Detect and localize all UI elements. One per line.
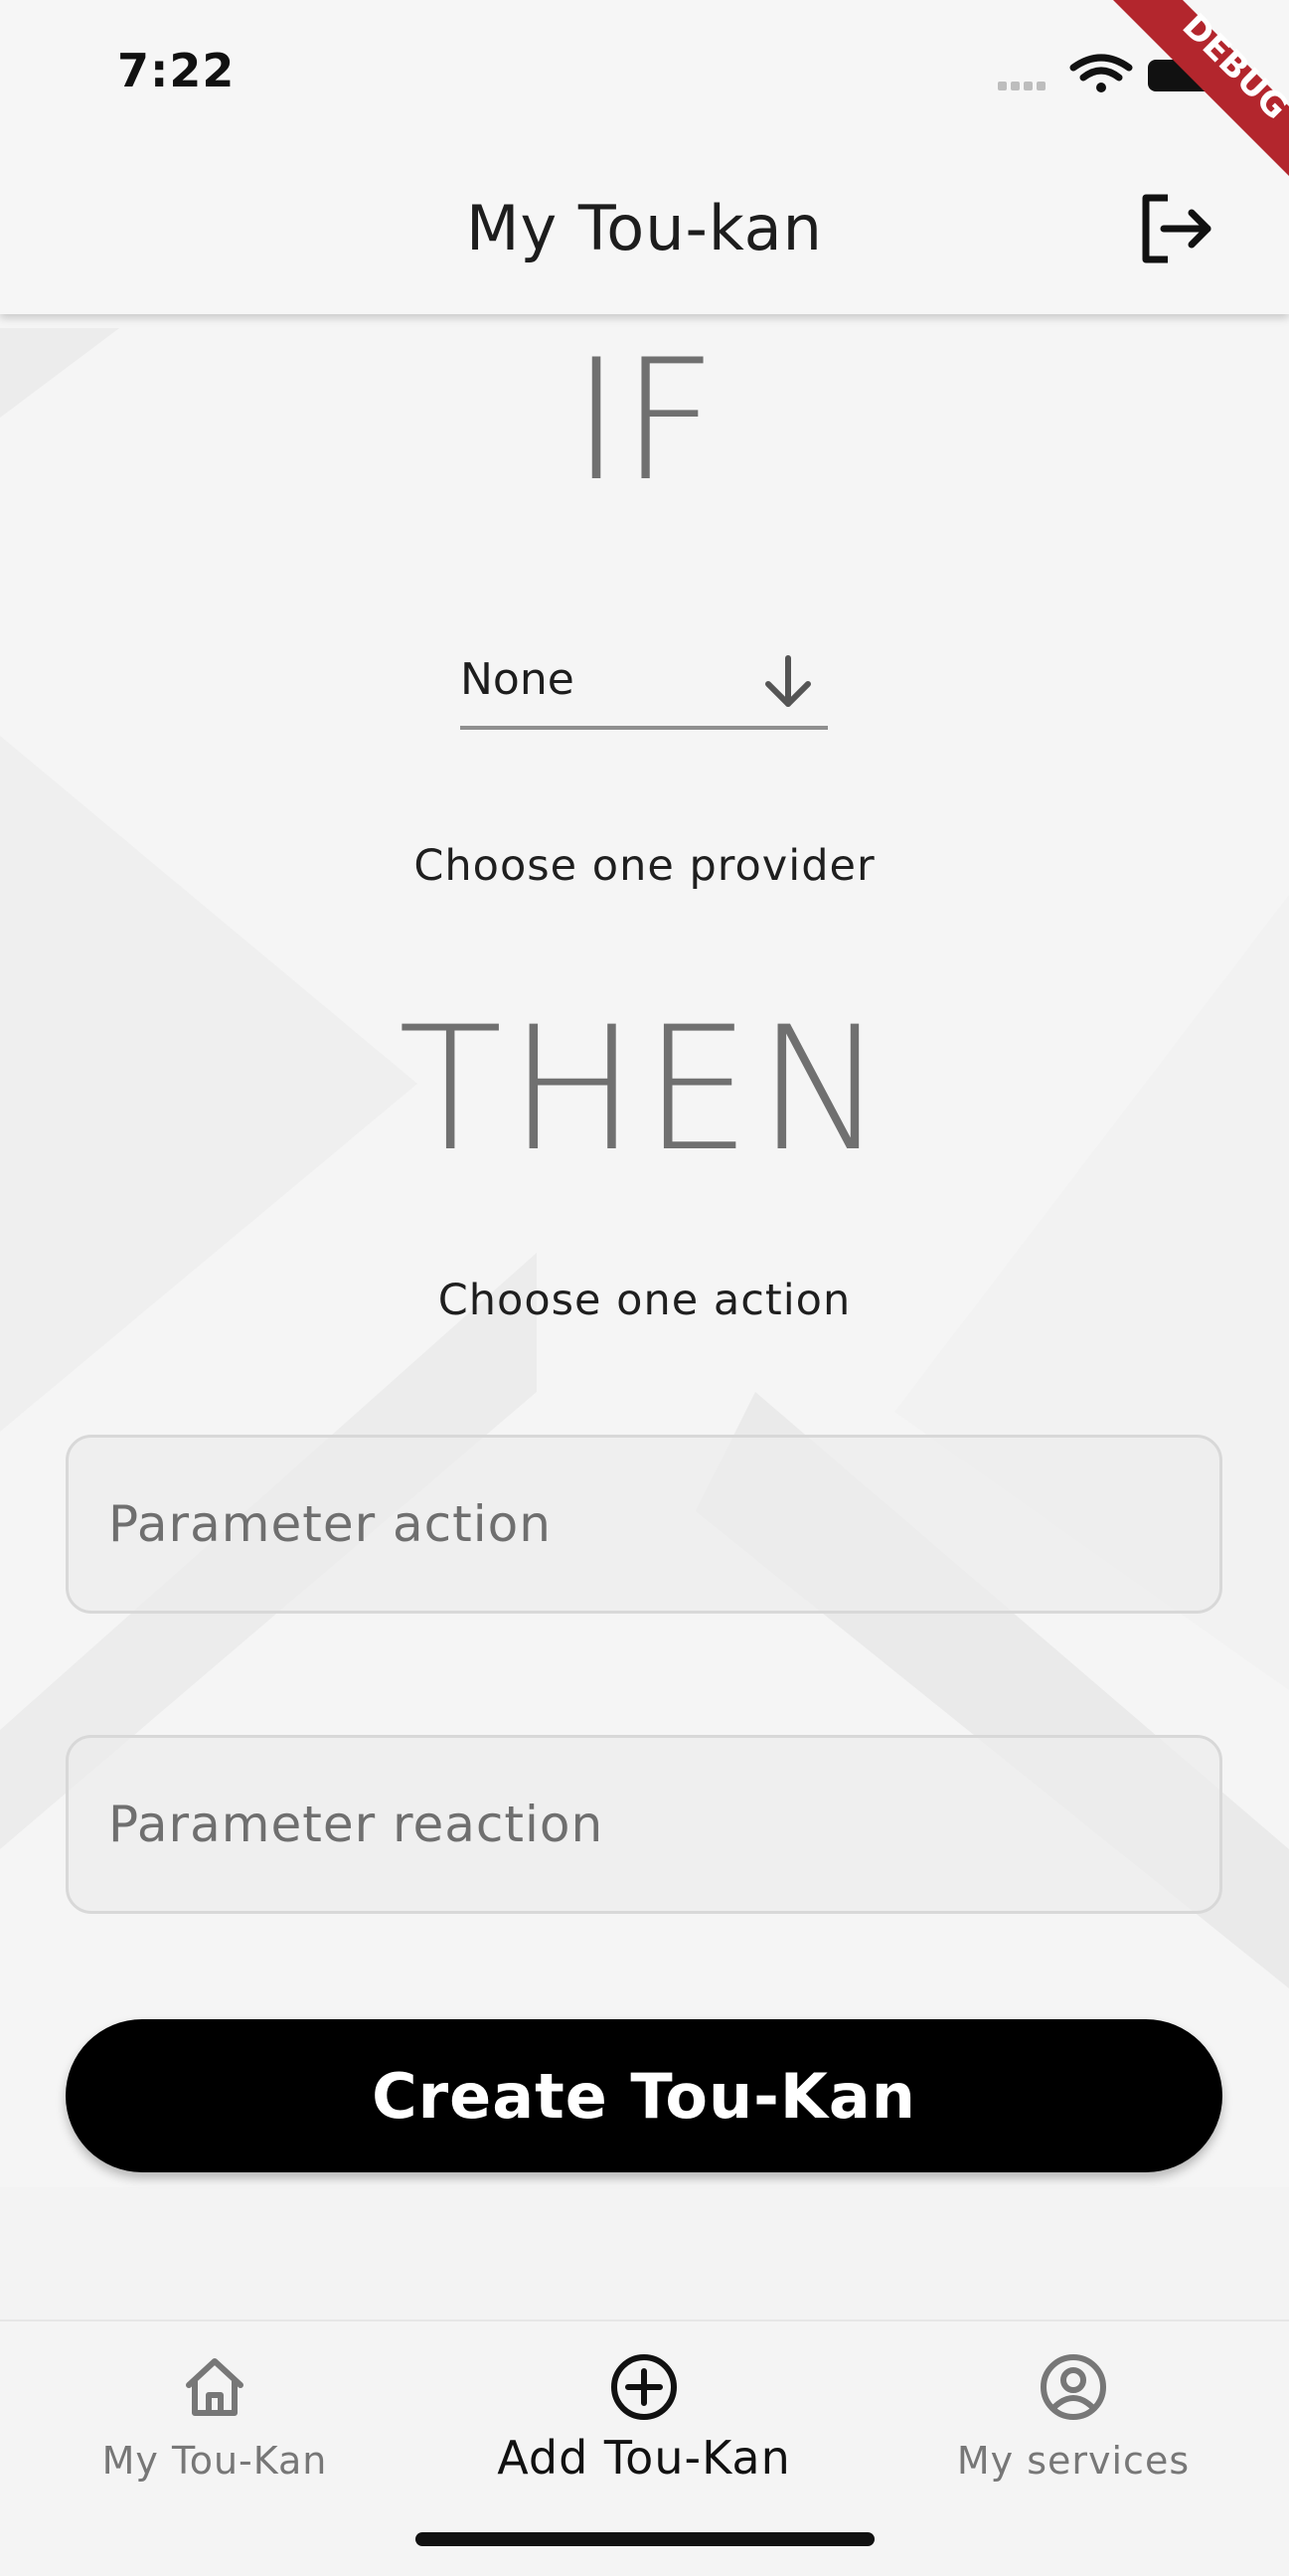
- parameter-reaction-field[interactable]: [66, 1735, 1222, 1914]
- then-heading: THEN: [398, 989, 891, 1189]
- arrow-down-icon: [765, 655, 811, 707]
- account-circle-icon: [1041, 2354, 1106, 2420]
- parameter-action-input[interactable]: [69, 1438, 1219, 1611]
- nav-item-my-services[interactable]: My services: [859, 2321, 1288, 2520]
- debug-banner: DEBUG: [1113, 0, 1289, 176]
- parameter-action-field[interactable]: [66, 1435, 1222, 1614]
- create-toukan-button[interactable]: Create Tou-Kan: [66, 2019, 1222, 2172]
- provider-hint: Choose one provider: [413, 841, 876, 891]
- provider-dropdown[interactable]: None: [460, 646, 828, 730]
- if-heading: IF: [571, 323, 718, 518]
- logout-icon: [1142, 194, 1211, 263]
- add-circle-icon: [611, 2354, 677, 2420]
- nav-label-add-toukan: Add Tou-Kan: [497, 2431, 791, 2485]
- nav-item-add-toukan[interactable]: Add Tou-Kan: [429, 2321, 859, 2520]
- signal-icon: [998, 82, 1046, 90]
- nav-label-my-toukan: My Tou-Kan: [101, 2439, 328, 2483]
- logout-button[interactable]: [1138, 192, 1215, 265]
- home-indicator: [415, 2532, 875, 2546]
- app-title: My Tou-kan: [466, 192, 823, 264]
- provider-dropdown-value: None: [460, 654, 574, 705]
- nav-item-my-toukan[interactable]: My Tou-Kan: [0, 2321, 429, 2520]
- parameter-reaction-input[interactable]: [69, 1738, 1219, 1911]
- action-hint: Choose one action: [437, 1276, 852, 1325]
- home-icon: [186, 2358, 243, 2416]
- status-time: 7:22: [117, 44, 236, 97]
- nav-label-my-services: My services: [956, 2439, 1191, 2483]
